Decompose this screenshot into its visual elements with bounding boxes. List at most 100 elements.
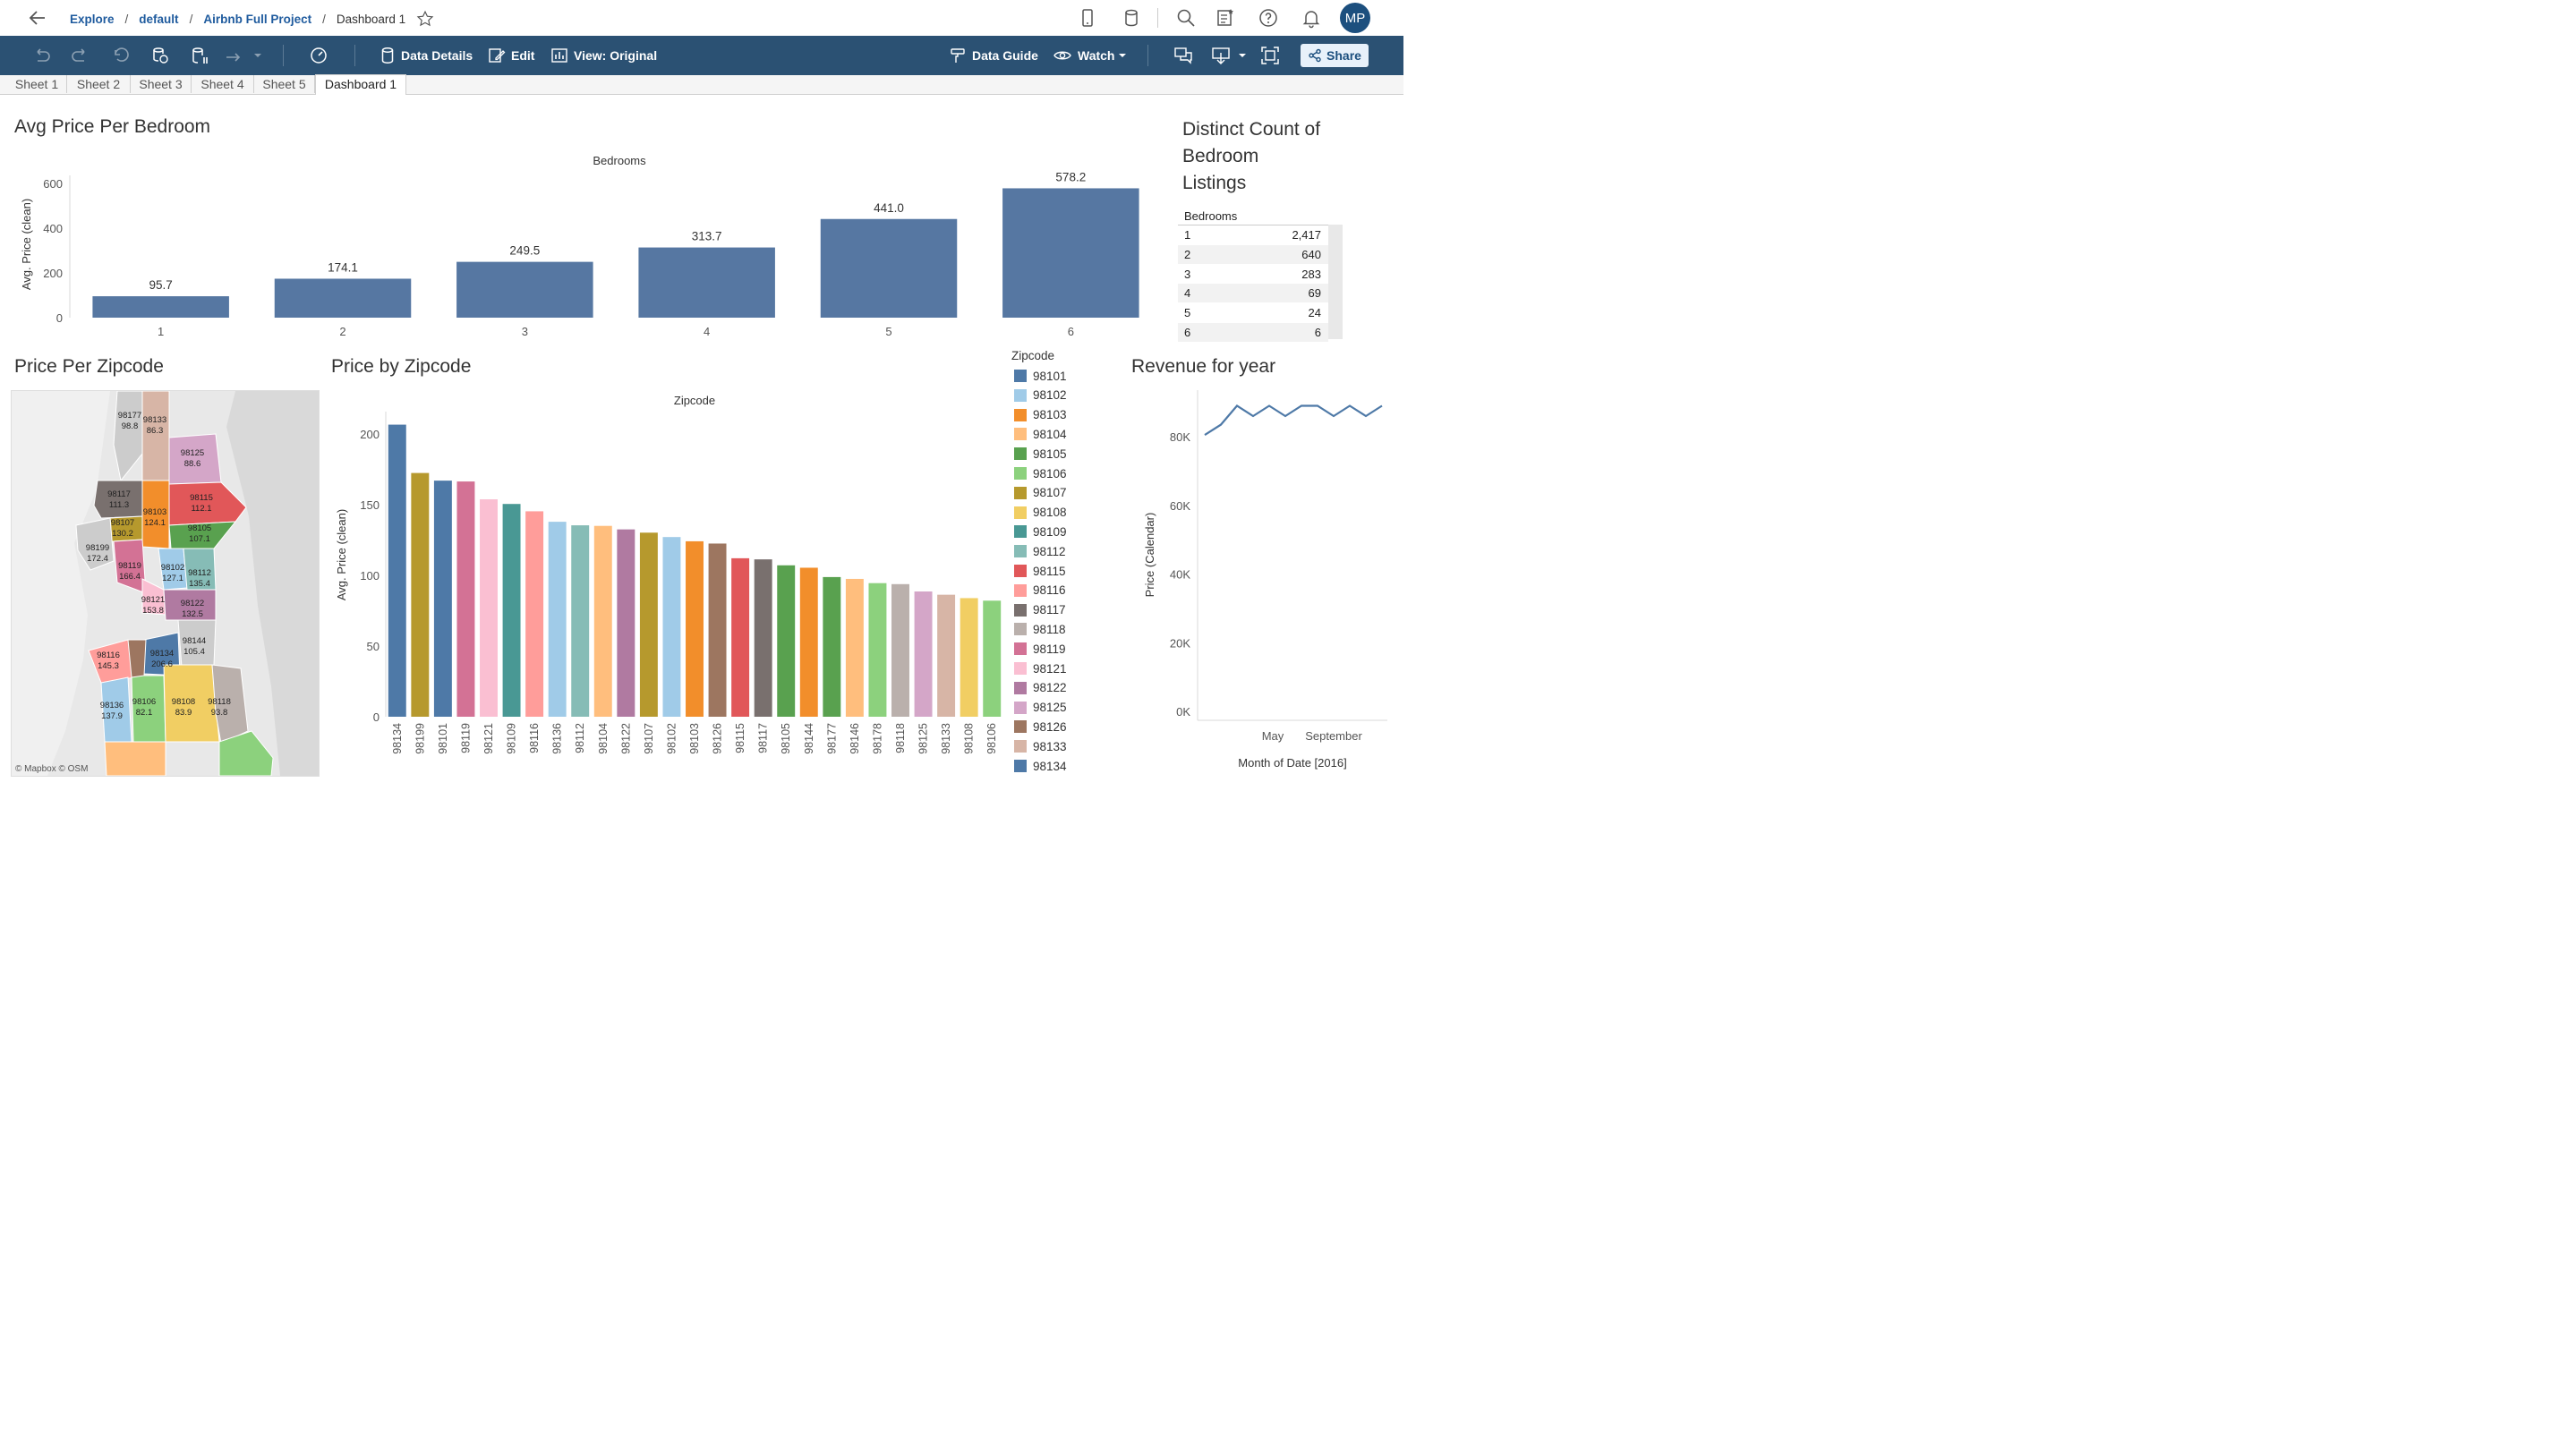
- price-per-zipcode-title: Price Per Zipcode: [14, 356, 164, 377]
- breadcrumb-project[interactable]: Airbnb Full Project: [203, 13, 311, 26]
- legend-item[interactable]: 98102: [1014, 387, 1067, 404]
- legend-item[interactable]: 98125: [1014, 699, 1067, 717]
- tab-sheet-3[interactable]: Sheet 3: [131, 75, 192, 93]
- help-icon[interactable]: [1258, 7, 1279, 29]
- zipcode-map-shapes: 9817798.8 9813386.3 9812588.6 98117111.3 981…: [12, 391, 319, 776]
- database-icon[interactable]: [1121, 7, 1142, 29]
- watch-button[interactable]: Watch: [1053, 45, 1127, 66]
- revert-button[interactable]: [109, 45, 136, 66]
- legend-swatch: [1014, 760, 1027, 772]
- legend-item[interactable]: 98103: [1014, 406, 1067, 424]
- tab-sheet-5[interactable]: Sheet 5: [254, 75, 315, 93]
- top-bar: Explore / default / Airbnb Full Project …: [0, 0, 1403, 37]
- performance-button[interactable]: [308, 45, 335, 66]
- x-tick-label: 98177: [825, 723, 838, 754]
- legend-item[interactable]: 98105: [1014, 445, 1067, 463]
- pause-updates-button[interactable]: [189, 45, 216, 66]
- mobile-device-icon[interactable]: [1077, 7, 1098, 29]
- legend-item[interactable]: 98115: [1014, 562, 1066, 580]
- notification-bell-icon[interactable]: [1301, 7, 1322, 29]
- map-zip-label: 98103: [143, 507, 166, 517]
- tab-sheet-1[interactable]: Sheet 1: [7, 75, 67, 93]
- legend-item[interactable]: 98108: [1014, 504, 1067, 522]
- toolbar: Data Details Edit View: Original Data Gu…: [0, 36, 1403, 75]
- fullscreen-button[interactable]: [1260, 45, 1285, 66]
- breadcrumb-explore[interactable]: Explore: [70, 13, 115, 26]
- undo-button[interactable]: [30, 45, 57, 66]
- map-zip-label: 98136: [100, 701, 124, 710]
- legend-swatch: [1014, 388, 1027, 402]
- legend-item[interactable]: 98109: [1014, 523, 1067, 540]
- bar: [525, 511, 544, 717]
- share-icon: [1309, 48, 1321, 63]
- tab-sheet-2[interactable]: Sheet 2: [67, 75, 131, 93]
- swap-button[interactable]: [223, 45, 268, 66]
- zipcode-map[interactable]: 98177 98.8 98133 86.3 98125 88.6 98117 111.3 981…: [11, 390, 320, 777]
- legend-item[interactable]: 98134: [1014, 757, 1067, 775]
- map-price-label: 83.9: [175, 708, 192, 718]
- legend-item[interactable]: 98121: [1014, 659, 1067, 677]
- tab-dashboard-1[interactable]: Dashboard 1: [315, 74, 406, 95]
- data-guide-button[interactable]: Data Guide: [949, 45, 1038, 66]
- legend-item[interactable]: 98101: [1014, 367, 1067, 385]
- legend-item[interactable]: 98118: [1014, 620, 1066, 638]
- data-details-button[interactable]: Data Details: [380, 45, 473, 66]
- x-tick-label: 98118: [894, 723, 907, 753]
- table-row: 2 640: [1178, 244, 1328, 264]
- tasks-icon[interactable]: [1215, 7, 1236, 29]
- legend-swatch: [1014, 545, 1027, 558]
- map-price-label: 145.3: [98, 661, 119, 671]
- table-row: 3 283: [1178, 265, 1328, 284]
- legend-item[interactable]: 98122: [1014, 679, 1067, 697]
- share-button[interactable]: Share: [1301, 44, 1369, 67]
- tab-sheet-4[interactable]: Sheet 4: [192, 75, 254, 93]
- x-tick-label: 98136: [551, 723, 564, 754]
- bar: [754, 559, 772, 717]
- breadcrumb-default[interactable]: default: [139, 13, 178, 26]
- redo-button[interactable]: [70, 45, 97, 66]
- table-row: 66: [1178, 323, 1328, 342]
- legend-item[interactable]: 98133: [1014, 737, 1067, 755]
- back-arrow-icon[interactable]: [27, 7, 48, 29]
- bar: [571, 525, 590, 717]
- data-guide-label: Data Guide: [972, 48, 1038, 63]
- edit-button[interactable]: Edit: [488, 45, 534, 66]
- view-original-button[interactable]: View: Original: [550, 45, 657, 66]
- legend-item[interactable]: 98104: [1014, 425, 1067, 443]
- distinct-count-title-line: Listings: [1182, 173, 1247, 193]
- view-original-label: View: Original: [574, 48, 658, 63]
- legend-swatch: [1014, 486, 1027, 499]
- scrollbar[interactable]: [1328, 225, 1343, 339]
- legend-swatch: [1014, 623, 1027, 636]
- legend-item[interactable]: 98119: [1014, 640, 1066, 658]
- zipcode-region: [93, 480, 143, 519]
- x-tick-label: 98115: [734, 723, 746, 753]
- y-tick-label: 600: [43, 177, 63, 191]
- comments-button[interactable]: [1173, 45, 1198, 66]
- chevron-down-icon: [1119, 54, 1127, 57]
- legend-item[interactable]: 98107: [1014, 484, 1067, 502]
- y-tick-label: 20K: [1170, 636, 1190, 650]
- download-button[interactable]: [1211, 45, 1247, 66]
- map-zip-label: 98125: [181, 448, 204, 458]
- legend-swatch: [1014, 370, 1027, 382]
- bar: [983, 600, 1002, 717]
- y-tick-label: 0: [373, 710, 380, 724]
- legend-item[interactable]: 98116: [1014, 582, 1066, 600]
- bar: [708, 543, 727, 717]
- user-avatar[interactable]: MP: [1340, 3, 1370, 33]
- legend-item[interactable]: 98106: [1014, 464, 1067, 482]
- legend-label: 98115: [1033, 564, 1066, 578]
- x-tick-label: 98105: [780, 723, 792, 754]
- table-cell-count: 69: [1308, 286, 1321, 301]
- legend-item[interactable]: 98117: [1014, 601, 1066, 619]
- legend-item[interactable]: 98112: [1014, 542, 1066, 560]
- refresh-data-button[interactable]: [149, 45, 176, 66]
- star-icon[interactable]: [416, 10, 434, 28]
- edit-pencil-icon: [489, 48, 506, 63]
- legend-swatch: [1014, 565, 1027, 577]
- chevron-down-icon: [254, 54, 261, 57]
- legend-item[interactable]: 98126: [1014, 718, 1067, 736]
- data-label: 441.0: [874, 201, 904, 215]
- search-icon[interactable]: [1175, 7, 1197, 29]
